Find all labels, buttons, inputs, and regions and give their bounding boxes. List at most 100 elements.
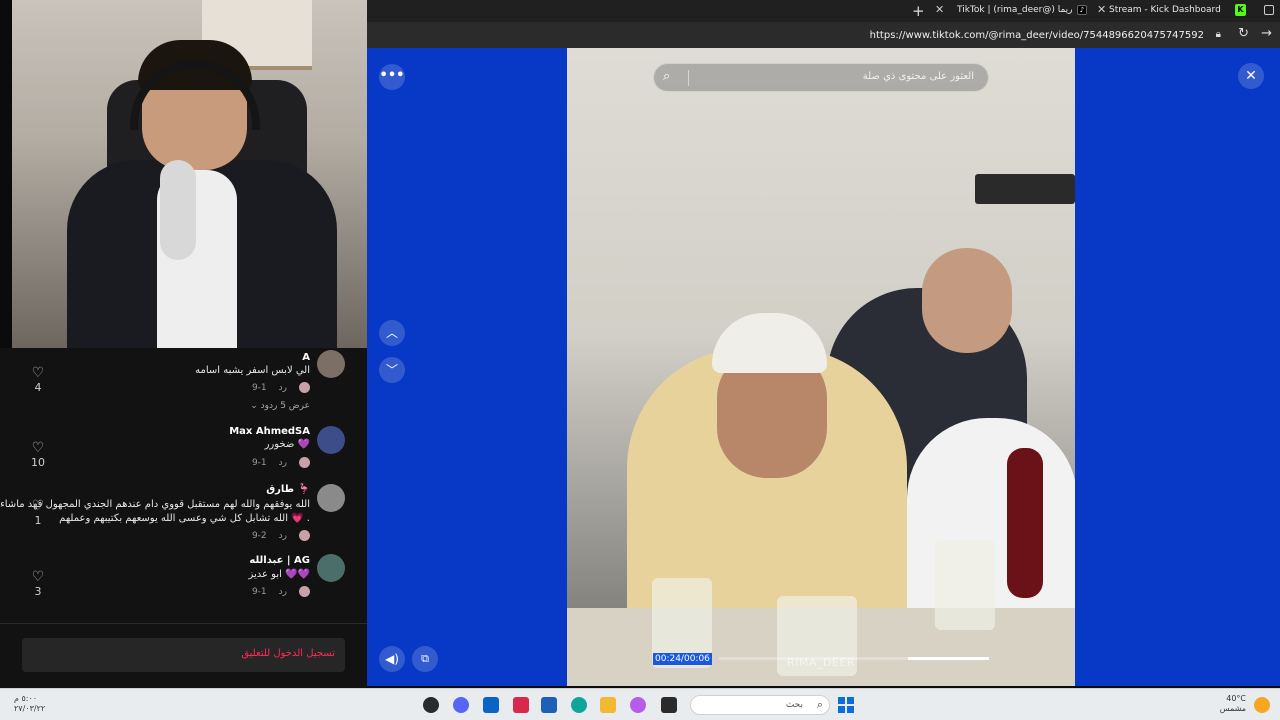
heart-icon: ♡ <box>31 498 45 514</box>
gift-icon[interactable] <box>513 697 529 713</box>
playback-time: 00:24/00:06 <box>653 653 712 665</box>
like-count: 1 <box>34 514 42 527</box>
store-icon[interactable] <box>541 697 557 713</box>
window-restore-icon[interactable] <box>1264 5 1274 15</box>
browser-tab-bar: + ✕ TikTok | (rima_deer@) ريما ♪ ✕ Strea… <box>367 0 1280 22</box>
comment-author[interactable]: Max AhmedSA <box>229 426 310 437</box>
like-button[interactable]: ♡ 1 <box>30 499 46 527</box>
comment-meta: 9-1 رد <box>252 457 310 468</box>
heart-icon: ♡ <box>31 365 45 381</box>
search-icon: ⌕ <box>816 698 823 711</box>
weather-widget[interactable]: 40°C مشمس <box>1220 694 1246 714</box>
related-search-input[interactable]: ⌕ العثور على محتوى ذي صلة <box>653 63 989 92</box>
comment-date: 9-1 <box>251 457 267 468</box>
sun-icon <box>1254 697 1270 713</box>
reply-link[interactable]: رد <box>279 531 287 541</box>
taskbar-search-input[interactable]: بحث ⌕ <box>690 695 830 715</box>
video-cup <box>935 540 995 630</box>
discord-icon[interactable] <box>453 697 469 713</box>
previous-video-button[interactable]: ︿ <box>379 320 405 346</box>
login-to-comment-button[interactable]: تسجيل الدخول للتعليق <box>22 638 345 672</box>
like-count: 3 <box>34 585 42 598</box>
start-icon-tile <box>838 697 845 704</box>
like-count: 10 <box>31 456 45 469</box>
reply-link[interactable]: رد <box>279 383 287 393</box>
comment-text-line2: الله تشابل كل شي وعسى الله يوسعهم بكتيبه… <box>59 513 310 524</box>
reply-link[interactable]: رد <box>279 458 287 468</box>
start-button[interactable] <box>838 697 854 713</box>
video-cap <box>712 313 827 373</box>
avatar[interactable] <box>317 426 345 454</box>
avatar[interactable] <box>317 554 345 582</box>
login-strip: تسجيل الدخول للتعليق <box>0 623 367 688</box>
video-player[interactable] <box>567 48 1075 686</box>
new-tab-icon[interactable]: + <box>912 2 925 20</box>
progress-fill <box>908 657 989 660</box>
taskbar-clock[interactable]: ٥:٠٠ م ٢٧/٠٣/٢٢ <box>14 694 45 714</box>
comment-date: 9-1 <box>251 382 267 393</box>
like-button[interactable]: ♡ 3 <box>30 570 46 598</box>
view-replies-link[interactable]: ⌄ عرض 5 ردود <box>250 401 310 411</box>
clock-date: ٢٧/٠٣/٢٢ <box>14 704 46 713</box>
comment-text: ابو عديز 💜💜 <box>248 569 310 580</box>
video-microphone <box>1007 448 1043 598</box>
taskbar: ٥:٠٠ م ٢٧/٠٣/٢٢ بحث ⌕ 40°C مشمس <box>0 688 1280 720</box>
start-icon-tile <box>838 706 845 713</box>
search-divider <box>688 70 689 86</box>
forward-icon[interactable]: → <box>1261 26 1272 41</box>
picture-in-picture-icon[interactable]: ⧉ <box>412 646 438 672</box>
outlook-icon[interactable] <box>483 697 499 713</box>
comment-date: 9-2 <box>251 530 267 541</box>
comment-date: 9-1 <box>251 586 267 597</box>
weather-condition: مشمس <box>1219 704 1246 713</box>
address-bar: https://www.tiktok.com/@rima_deer/video/… <box>367 22 1280 48</box>
tab-tiktok[interactable]: TikTok | (rima_deer@) ريما <box>957 5 1073 15</box>
copilot-icon[interactable] <box>630 697 646 713</box>
creator-like-icon <box>299 530 310 541</box>
file-explorer-icon[interactable] <box>600 697 616 713</box>
reload-icon[interactable]: ↻ <box>1238 26 1249 41</box>
lock-icon[interactable]: 🔒︎ <box>1216 29 1221 40</box>
tab-kick-dashboard[interactable]: Stream - Kick Dashboard <box>1109 5 1221 15</box>
like-button[interactable]: ♡ 4 <box>30 366 46 394</box>
comment-meta: 9-2 رد <box>252 530 310 541</box>
comment-author[interactable]: عبدالله | AG <box>249 555 310 566</box>
heart-icon: ♡ <box>31 440 45 456</box>
comment-text: الي لابس اسفر يشبه اسامه <box>195 365 310 376</box>
taskbar-search-placeholder: بحث <box>785 700 803 710</box>
creator-like-icon <box>299 382 310 393</box>
clock-time: ٥:٠٠ م <box>14 694 38 703</box>
comment-meta: 9-1 رد <box>252 382 310 393</box>
more-options-button[interactable]: ••• <box>379 64 405 90</box>
start-icon-tile <box>847 706 854 713</box>
temperature: 40°C <box>1226 694 1246 703</box>
comments-panel[interactable]: A الي لابس اسفر يشبه اسامه 9-1 رد ⌄ عرض … <box>0 348 367 623</box>
comment-author[interactable]: A <box>302 352 310 363</box>
close-tab-icon[interactable]: ✕ <box>935 3 944 16</box>
creator-like-icon <box>299 586 310 597</box>
close-viewer-button[interactable]: ✕ <box>1238 63 1264 89</box>
next-video-button[interactable]: ﹀ <box>379 357 405 383</box>
reply-link[interactable]: رد <box>279 587 287 597</box>
comment-meta: 9-1 رد <box>252 586 310 597</box>
edge-icon[interactable] <box>571 697 587 713</box>
comment-text: ضخورر 💜 <box>264 439 310 450</box>
like-button[interactable]: ♡ 10 <box>30 441 46 469</box>
creator-like-icon <box>299 457 310 468</box>
heart-icon: ♡ <box>31 569 45 585</box>
obs-icon[interactable] <box>423 697 439 713</box>
view-replies-label: عرض 5 ردود <box>260 401 310 411</box>
comment-author[interactable]: طارق 🦩 <box>266 484 310 495</box>
avatar[interactable] <box>317 350 345 378</box>
video-person-face <box>922 248 1012 353</box>
volume-icon[interactable]: ◀) <box>379 646 405 672</box>
cam-microphone <box>160 160 196 260</box>
start-icon-tile <box>847 697 854 704</box>
search-icon[interactable]: ⌕ <box>663 69 670 84</box>
terminal-icon[interactable] <box>661 697 677 713</box>
url-field[interactable]: https://www.tiktok.com/@rima_deer/video/… <box>870 30 1204 41</box>
desktop: A الي لابس اسفر يشبه اسامه 9-1 رد ⌄ عرض … <box>0 0 1280 720</box>
avatar[interactable] <box>317 484 345 512</box>
comment-text: الله يوفقهم والله لهم مستقبل قووي دام عن… <box>0 499 310 510</box>
close-tab-icon[interactable]: ✕ <box>1097 3 1106 16</box>
